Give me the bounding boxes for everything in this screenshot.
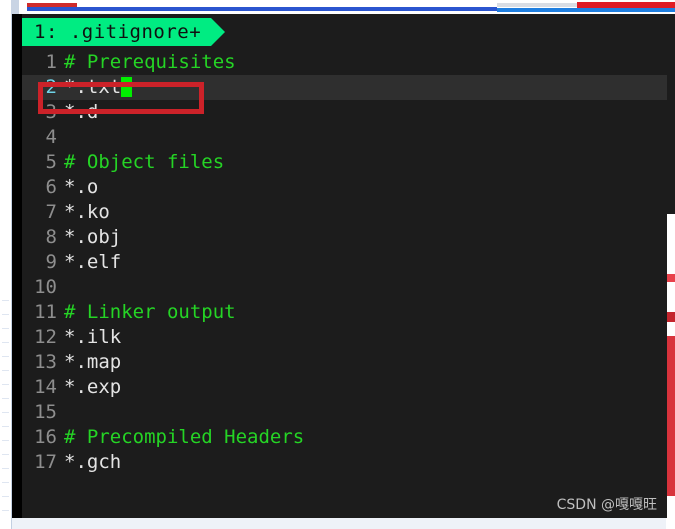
code-line[interactable]: 12 *.ilk <box>22 325 667 350</box>
code-line[interactable]: 7 *.ko <box>22 200 667 225</box>
line-number: 5 <box>45 151 57 173</box>
code-line[interactable]: 15 <box>22 400 667 425</box>
line-content: *.gch <box>64 451 122 473</box>
background-right-block <box>666 312 675 322</box>
line-number: 2 <box>45 76 57 98</box>
background-tick <box>2 300 9 301</box>
line-content: *.elf <box>64 251 122 273</box>
line-number: 13 <box>34 351 57 373</box>
line-number: 7 <box>45 201 57 223</box>
line-number: 3 <box>45 101 57 123</box>
line-content: *.map <box>64 351 122 373</box>
code-line[interactable]: 14 *.exp <box>22 375 667 400</box>
background-window-top-bar <box>11 0 675 14</box>
background-bar-segment <box>11 0 19 14</box>
background-tick <box>2 496 9 497</box>
line-content: *.exp <box>64 376 122 398</box>
terminal-left-border <box>12 14 22 518</box>
vim-tabline[interactable]: 1: .gitignore+ <box>22 18 667 46</box>
vim-editor[interactable]: 1: .gitignore+ 1 # Prerequisites 2 *.txt 3 *.… <box>22 14 667 518</box>
code-line[interactable]: 1 # Prerequisites <box>22 50 667 75</box>
line-number: 8 <box>45 226 57 248</box>
line-content: # Precompiled Headers <box>64 426 305 448</box>
background-right-block <box>666 14 675 214</box>
background-tick <box>2 440 9 441</box>
line-number: 9 <box>45 251 57 273</box>
background-bar-segment <box>27 7 497 11</box>
code-line[interactable]: 9 *.elf <box>22 250 667 275</box>
line-content: *.ilk <box>64 326 122 348</box>
background-right-block <box>666 496 675 529</box>
line-number: 17 <box>34 451 57 473</box>
line-content: *.d <box>64 101 99 123</box>
background-tick <box>2 398 9 399</box>
code-line[interactable]: 5 # Object files <box>22 150 667 175</box>
background-right-block <box>666 322 675 336</box>
line-number: 15 <box>34 401 57 423</box>
text-cursor <box>121 77 133 97</box>
line-content: *.o <box>64 176 99 198</box>
line-number: 12 <box>34 326 57 348</box>
background-bar-segment <box>497 8 675 12</box>
code-line[interactable]: 3 *.d <box>22 100 667 125</box>
background-tick <box>2 384 9 385</box>
line-content: *.txt <box>64 76 122 98</box>
line-content: *.ko <box>64 201 110 223</box>
code-line[interactable]: 16 # Precompiled Headers <box>22 425 667 450</box>
line-content: *.obj <box>64 226 122 248</box>
line-number: 11 <box>34 301 57 323</box>
line-number: 1 <box>45 51 57 73</box>
background-window-left-strip <box>0 0 12 529</box>
line-number: 16 <box>34 426 57 448</box>
line-content: # Object files <box>64 151 225 173</box>
background-tick <box>2 468 9 469</box>
code-line[interactable]: 17 *.gch <box>22 450 667 475</box>
code-line[interactable]: 13 *.map <box>22 350 667 375</box>
code-line[interactable]: 10 <box>22 275 667 300</box>
background-right-block <box>666 282 675 312</box>
tab-gitignore[interactable]: 1: .gitignore+ <box>22 18 226 46</box>
line-content: # Prerequisites <box>64 51 236 73</box>
line-number: 10 <box>34 276 57 298</box>
background-right-block <box>666 336 675 496</box>
code-line[interactable]: 4 <box>22 125 667 150</box>
background-tick <box>2 412 9 413</box>
background-tick <box>2 426 9 427</box>
background-tick <box>2 482 9 483</box>
background-bar-segment <box>497 3 577 7</box>
desktop-background: 1: .gitignore+ 1 # Prerequisites 2 *.txt 3 *.… <box>0 0 675 529</box>
csdn-watermark: CSDN @嘎嘎旺 <box>556 497 657 513</box>
background-right-block <box>666 274 675 282</box>
code-line[interactable]: 11 # Linker output <box>22 300 667 325</box>
background-tick <box>2 510 9 511</box>
background-tick <box>2 328 9 329</box>
code-line[interactable]: 8 *.obj <box>22 225 667 250</box>
background-tick <box>2 370 9 371</box>
background-tick <box>2 314 9 315</box>
terminal-window[interactable]: 1: .gitignore+ 1 # Prerequisites 2 *.txt 3 *.… <box>12 14 667 518</box>
background-tick <box>2 356 9 357</box>
background-tick <box>2 342 9 343</box>
code-line[interactable]: 6 *.o <box>22 175 667 200</box>
code-line[interactable]: 2 *.txt <box>22 75 667 100</box>
line-number: 6 <box>45 176 57 198</box>
line-content: # Linker output <box>64 301 236 323</box>
line-number: 14 <box>34 376 57 398</box>
code-area[interactable]: 1 # Prerequisites 2 *.txt 3 *.d 4 5 # Object fil… <box>22 50 667 518</box>
tab-label: 1: .gitignore+ <box>34 21 202 43</box>
background-tick <box>2 454 9 455</box>
background-right-block <box>666 214 675 274</box>
tab-arrow-icon <box>211 18 226 46</box>
background-window-right-strip <box>666 14 675 529</box>
line-number: 4 <box>45 126 57 148</box>
